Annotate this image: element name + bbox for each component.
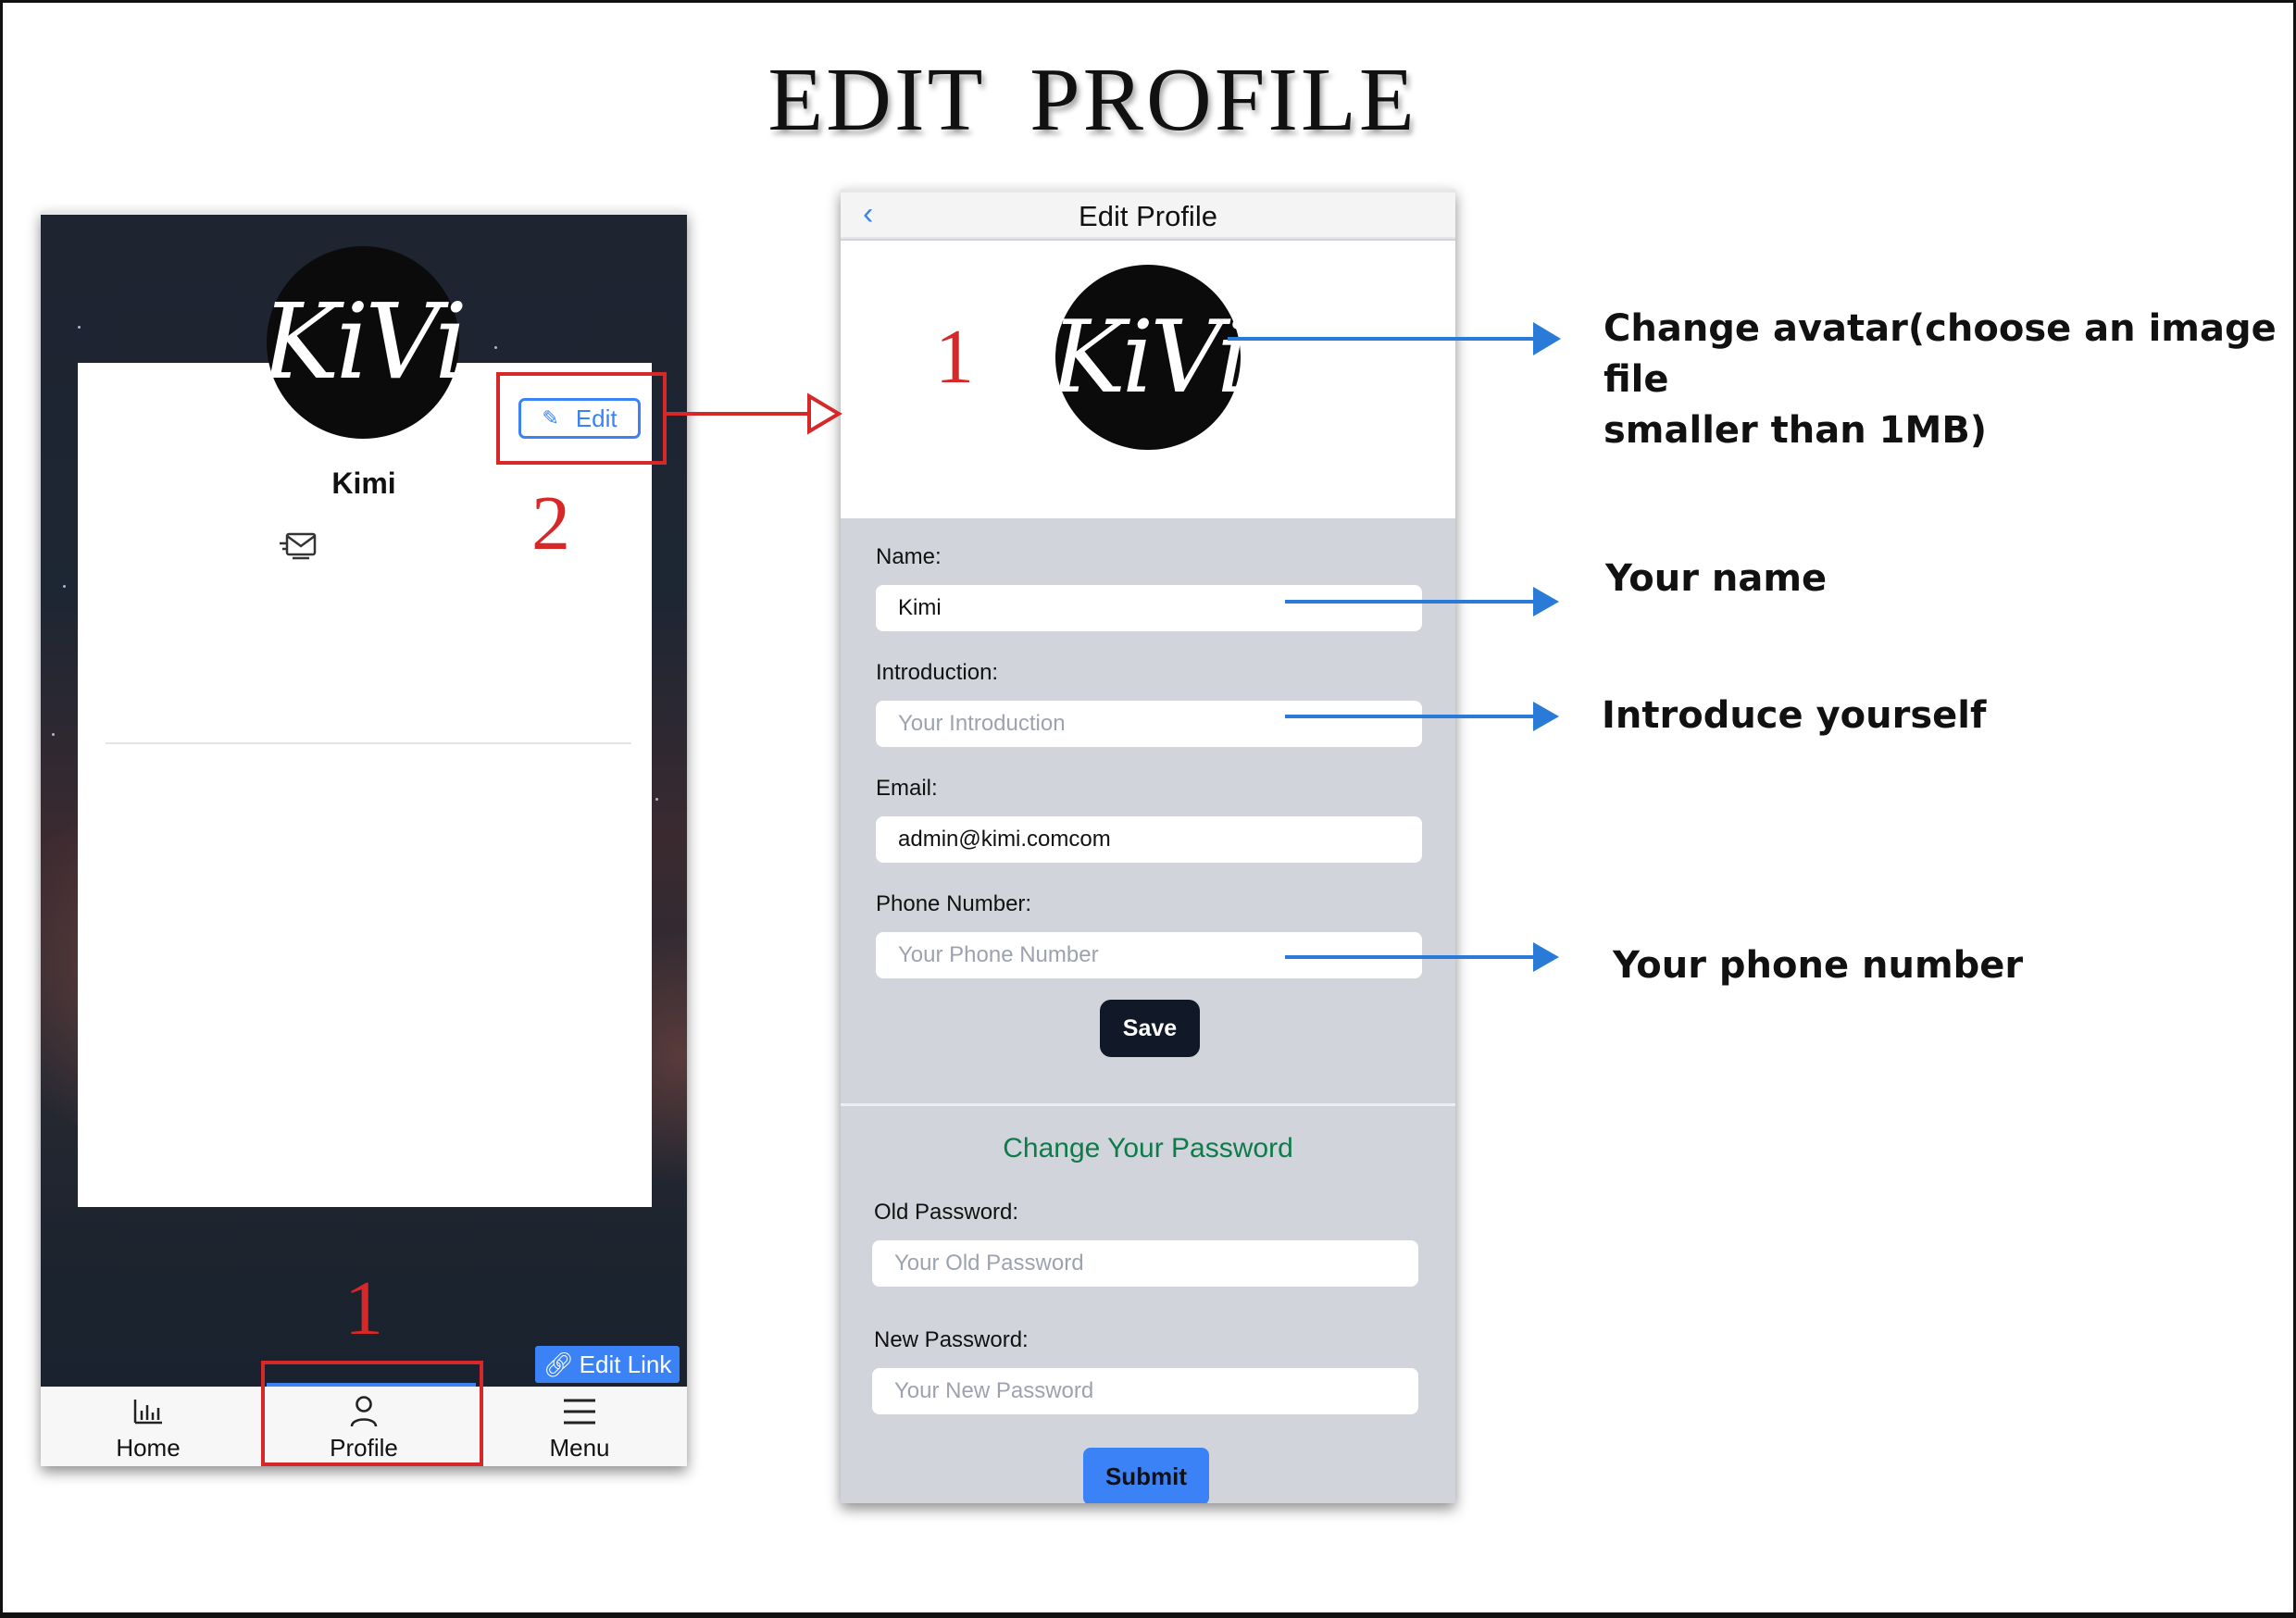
email-input[interactable]: admin@kimi.comcom: [876, 816, 1422, 863]
name-label: Name:: [876, 544, 942, 569]
change-avatar-button[interactable]: KiVi: [1051, 265, 1249, 450]
edit-highlight-box: [496, 372, 667, 465]
mail-icon[interactable]: [280, 531, 318, 561]
change-password-title: Change Your Password: [1003, 1133, 1293, 1164]
submit-button[interactable]: Submit: [1083, 1448, 1209, 1503]
old-password-input[interactable]: Your Old Password: [872, 1240, 1418, 1287]
introduction-label: Introduction:: [876, 660, 999, 685]
edit-profile-screen: ‹ Edit Profile 1 KiVi Name: Kimi Introdu…: [841, 189, 1455, 1503]
edit-link-label: Edit Link: [579, 1350, 672, 1378]
annotation-your-name: Your name: [1605, 557, 1828, 600]
profile-name: Kimi: [331, 467, 396, 500]
introduction-input[interactable]: Your Introduction: [876, 701, 1422, 747]
step-number-1: 1: [344, 1265, 383, 1351]
navigation-bar: ‹ Edit Profile: [841, 193, 1455, 239]
edit-link-button[interactable]: 🔗︎ Edit Link: [535, 1346, 680, 1383]
old-password-label: Old Password:: [874, 1200, 1019, 1225]
section-divider: [841, 1103, 1455, 1106]
profile-tab-highlight-box: [261, 1361, 483, 1466]
link-icon: 🔗︎: [543, 1350, 574, 1378]
name-input[interactable]: Kimi: [876, 585, 1422, 631]
background-star: [52, 733, 55, 736]
background-star: [78, 326, 81, 329]
annotation-introduce-yourself: Introduce yourself: [1602, 694, 1987, 737]
phone-label: Phone Number:: [876, 891, 1032, 916]
background-star: [655, 798, 658, 801]
email-label: Email:: [876, 776, 938, 801]
background-star: [63, 585, 66, 588]
tab-menu[interactable]: Menu: [472, 1387, 687, 1466]
new-password-label: New Password:: [874, 1327, 1029, 1352]
bar-chart-icon: [133, 1399, 162, 1424]
tab-home[interactable]: Home: [41, 1387, 256, 1466]
new-password-input[interactable]: Your New Password: [872, 1368, 1418, 1414]
save-button[interactable]: Save: [1100, 1000, 1200, 1057]
screen-title: Edit Profile: [1079, 200, 1217, 232]
phone-input[interactable]: Your Phone Number: [876, 932, 1422, 978]
step-number-1-right: 1: [935, 314, 974, 400]
avatar-section: 1 KiVi: [841, 241, 1455, 518]
card-divider: [106, 742, 631, 744]
document-title: EDIT PROFILE: [767, 50, 1417, 150]
annotation-change-avatar-line1: Change avatar(choose an image file: [1603, 307, 2277, 402]
profile-avatar[interactable]: KiVi: [262, 246, 468, 439]
annotation-change-avatar-line2: smaller than 1MB): [1603, 409, 1988, 453]
background-star: [494, 346, 497, 349]
tab-menu-label: Menu: [549, 1433, 610, 1462]
hamburger-menu-icon: [564, 1399, 595, 1424]
annotation-change-avatar: Change avatar(choose an image file small…: [1603, 304, 2296, 457]
step-number-2: 2: [531, 480, 570, 566]
avatar-logo-text: KiVi: [261, 282, 468, 403]
annotation-phone-number: Your phone number: [1613, 944, 2024, 987]
avatar-logo-text: KiVi: [1051, 299, 1249, 416]
tab-home-label: Home: [116, 1433, 181, 1462]
